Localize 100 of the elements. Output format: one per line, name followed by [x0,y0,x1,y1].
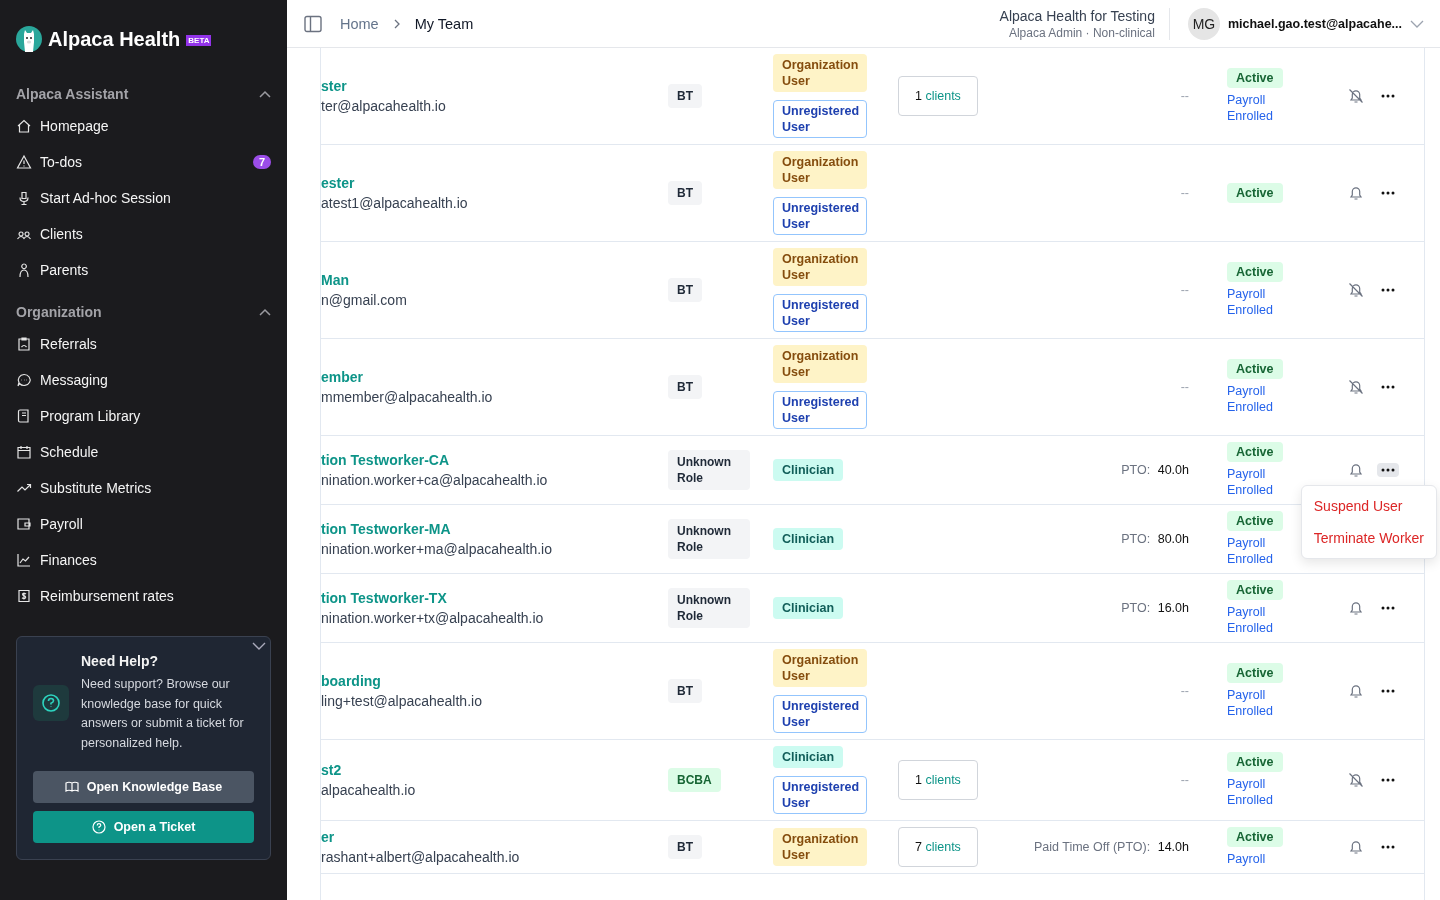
unregistered-user-tag: Unregistered User [773,391,867,429]
status-badge: Active [1227,359,1283,379]
organization-name: Alpaca Health for Testing [999,7,1155,24]
payroll-link[interactable]: Payroll Enrolled [1227,383,1287,415]
wallet-icon [16,516,32,532]
clinician-tag: Clinician [773,528,844,550]
chevron-icon[interactable] [252,642,266,650]
section-header[interactable]: Alpaca Assistant [16,78,271,108]
status-badge: Active [1227,262,1283,282]
bell-off-icon[interactable] [1348,88,1364,104]
bell-icon[interactable] [1348,600,1364,616]
pto-value: 80.0h [1157,532,1189,546]
member-name-link[interactable]: st2 [321,762,668,778]
organization-user-tag: Organization User [773,345,867,383]
sidebar-toggle-icon[interactable] [304,14,322,33]
member-email: ling+test@alpacahealth.io [321,693,483,709]
bell-icon[interactable] [1348,185,1364,201]
member-name-link[interactable]: ember [321,369,668,385]
bell-off-icon[interactable] [1348,772,1364,788]
unregistered-user-tag: Unregistered User [773,695,867,733]
more-options-icon[interactable] [1377,463,1399,477]
nav-item[interactable]: Start Ad-hoc Session [16,180,271,216]
knowledge-base-button[interactable]: Open Knowledge Base [33,771,254,803]
pto-label: PTO: [1121,463,1151,477]
nav-item[interactable]: Program Library [16,398,271,434]
member-name-link[interactable]: ster [321,78,668,94]
nav-item[interactable]: To-dos 7 [16,144,271,180]
status-badge: Active [1227,752,1283,772]
breadcrumb-link[interactable]: My Team [414,15,474,32]
status-badge: Active [1227,183,1283,203]
user-email: michael.gao.test@alpacahe... [1227,16,1402,31]
nav-item[interactable]: Messaging [16,362,271,398]
bell-icon[interactable] [1348,462,1364,478]
role-badge: BT [668,84,702,108]
status-badge: Active [1227,580,1283,600]
section-header[interactable]: Organization [16,296,271,326]
organization-role: Alpaca Admin · Non-clinical [1007,25,1155,40]
breadcrumb-link[interactable]: Home [340,15,379,32]
bell-icon[interactable] [1348,839,1364,855]
nav-item[interactable]: Clients [16,216,271,252]
clinician-tag: Clinician [773,746,844,768]
member-name-link[interactable]: tion Testworker-TX [321,590,668,606]
calendar-icon [16,444,32,460]
member-email: n@gmail.com [321,292,408,308]
member-name-link[interactable]: ester [321,175,668,191]
chevron-icon [259,308,271,316]
unregistered-user-tag: Unregistered User [773,100,867,138]
payroll-link[interactable]: Payroll Enrolled [1227,535,1287,567]
clipboard-icon [16,336,32,352]
member-email: mmember@alpacahealth.io [321,389,494,405]
alpaca-logo-icon [16,26,42,52]
member-email: atest1@alpacahealth.io [321,195,469,211]
bell-off-icon[interactable] [1348,379,1364,395]
payroll-link[interactable]: Payroll Enrolled [1227,466,1287,498]
nav-item[interactable]: Referrals [16,326,271,362]
menu-item[interactable]: Suspend User [1301,490,1436,522]
member-name-link[interactable]: er [321,829,668,845]
nav-item[interactable]: Payroll [16,506,271,542]
member-name-link[interactable]: tion Testworker-MA [321,521,668,537]
clients-button[interactable]: 1 clients [898,76,978,116]
clients-button[interactable]: 1 clients [898,760,978,800]
nav-item[interactable]: Substitute Metrics [16,470,271,506]
chat-icon [16,372,32,388]
open-ticket-button[interactable]: Open a Ticket [33,811,254,843]
unregistered-user-tag: Unregistered User [773,197,867,235]
chevron-icon [259,90,271,98]
pto-value: -- [1180,380,1189,394]
bell-off-icon[interactable] [1348,282,1364,298]
nav-item[interactable]: Homepage [16,108,271,144]
role-badge: BCBA [668,768,721,792]
member-email: nination.worker+ca@alpacahealth.io [321,472,549,488]
nav-item[interactable]: Reimbursement rates [16,578,271,614]
user-menu[interactable]: MG michael.gao.test@alpacahe... [1187,7,1424,40]
help-icon [91,820,106,834]
payroll-link[interactable]: Payroll Enrolled [1227,92,1287,124]
nav-item[interactable]: Schedule [16,434,271,470]
payroll-link[interactable]: Payroll Enrolled [1227,286,1287,318]
pto-label: PTO: [1121,532,1151,546]
clients-button[interactable]: 7 clients [898,827,978,867]
member-name-link[interactable]: tion Testworker-CA [321,452,668,468]
member-email: alpacahealth.io [321,782,417,798]
member-name-link[interactable]: Man [321,272,668,288]
role-badge: BT [668,181,702,205]
help-description: Need support? Browse our knowledge base for quick answers or submit a ticket for personalized help. [81,676,245,752]
payroll-link[interactable]: Payroll [1227,851,1266,867]
payroll-link[interactable]: Payroll Enrolled [1227,604,1287,636]
member-name-link[interactable]: boarding [321,673,668,689]
bell-icon[interactable] [1348,683,1364,699]
chevron-down-icon [1410,19,1424,28]
payroll-link[interactable]: Payroll Enrolled [1227,776,1287,808]
pto-value: -- [1180,283,1189,297]
payroll-link[interactable]: Payroll Enrolled [1227,687,1287,719]
help-icon [33,685,69,721]
menu-item[interactable]: Terminate Worker [1301,522,1436,554]
book-icon [16,408,32,424]
status-badge: Active [1227,511,1283,531]
nav-item[interactable]: Finances [16,542,271,578]
organization-user-tag: Organization User [773,828,867,866]
status-badge: Active [1227,827,1283,847]
nav-item[interactable]: Parents [16,252,271,288]
